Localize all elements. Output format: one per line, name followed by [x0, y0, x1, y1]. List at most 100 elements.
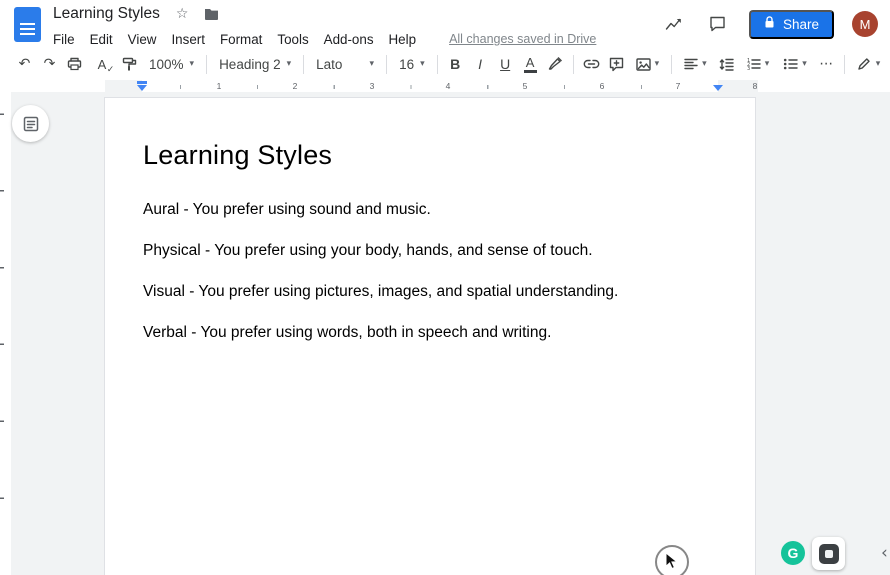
toolbar-separator [437, 55, 438, 74]
lock-icon [764, 16, 775, 32]
menu-view[interactable]: View [128, 32, 157, 47]
document-page[interactable]: Learning Styles Aural - You prefer using… [104, 97, 756, 575]
toolbar-separator [573, 55, 574, 74]
first-line-indent-marker[interactable] [137, 81, 147, 84]
insert-link-button[interactable] [579, 52, 604, 76]
ruler-number: 7 [676, 81, 681, 91]
ruler-number: 8 [753, 81, 758, 91]
docs-logo-icon[interactable] [14, 7, 41, 42]
toolbar: ↶ ↷ A✓ 100% ▾ Heading 2 ▾ Lato ▾ 16 [0, 48, 890, 80]
more-options-button[interactable]: ⋯ [814, 52, 839, 76]
bulleted-list-icon [783, 58, 798, 70]
menu-file[interactable]: File [53, 32, 75, 47]
font-size-dropdown[interactable]: 16 ▾ [392, 52, 432, 76]
menu-help[interactable]: Help [389, 32, 417, 47]
styles-dropdown[interactable]: Heading 2 ▾ [212, 52, 298, 76]
numbered-list-dropdown[interactable]: 123 ▾ [739, 52, 777, 76]
docs-logo-lines [20, 23, 35, 36]
ruler-number: 4 [446, 81, 451, 91]
side-panel-chevron-icon[interactable]: ‹ [881, 543, 888, 563]
horizontal-ruler[interactable]: 1 2 3 4 5 6 7 8 [0, 80, 890, 92]
document-title[interactable]: Learning Styles [53, 5, 160, 23]
spellcheck-icon: A✓ [98, 57, 107, 72]
chevron-down-icon: ▾ [876, 59, 881, 69]
menu-bar: File Edit View Insert Format Tools Add-o… [53, 29, 596, 49]
page-content: Learning Styles Aural - You prefer using… [105, 98, 755, 343]
menu-insert[interactable]: Insert [171, 32, 205, 47]
redo-button[interactable]: ↷ [37, 52, 62, 76]
numbered-list-icon: 123 [746, 58, 761, 70]
insert-image-dropdown[interactable]: ▾ [629, 52, 667, 76]
grammarly-icon[interactable]: G [781, 541, 805, 565]
ruler-number: 3 [370, 81, 375, 91]
editing-mode-dropdown[interactable]: ▾ [850, 52, 888, 76]
toolbar-separator [303, 55, 304, 74]
chevron-down-icon: ▾ [702, 59, 707, 69]
right-indent-marker[interactable] [713, 85, 723, 91]
align-left-icon [684, 58, 698, 70]
undo-button[interactable]: ↶ [12, 52, 37, 76]
share-button[interactable]: Share [749, 10, 834, 39]
account-avatar[interactable]: M [852, 11, 878, 37]
vertical-ruler [0, 92, 11, 575]
title-area: Learning Styles ☆ File Edit View Insert … [53, 3, 596, 49]
doc-paragraph[interactable]: Visual - You prefer using pictures, imag… [143, 281, 718, 302]
menu-tools[interactable]: Tools [277, 32, 308, 47]
font-value: Lato [316, 57, 342, 72]
line-spacing-button[interactable] [714, 52, 739, 76]
ruler-number: 1 [217, 81, 222, 91]
bold-button[interactable]: B [443, 52, 468, 76]
zoom-dropdown[interactable]: 100% ▾ [142, 52, 201, 76]
chevron-down-icon: ▾ [802, 59, 807, 69]
activity-icon[interactable] [661, 11, 687, 37]
comment-history-icon[interactable] [705, 11, 731, 37]
underline-button[interactable]: U [493, 52, 518, 76]
ruler-number: 2 [293, 81, 298, 91]
svg-text:3: 3 [747, 66, 750, 70]
text-color-icon: A [524, 56, 537, 73]
chevron-down-icon: ▾ [370, 59, 375, 69]
doc-paragraph[interactable]: Verbal - You prefer using words, both in… [143, 322, 718, 343]
chevron-down-icon: ▾ [287, 59, 292, 69]
star-icon[interactable]: ☆ [176, 7, 189, 21]
text-color-button[interactable]: A [518, 52, 543, 76]
mouse-cursor [665, 552, 679, 575]
chevron-down-icon: ▾ [420, 59, 425, 69]
font-dropdown[interactable]: Lato ▾ [309, 52, 381, 76]
left-indent-marker[interactable] [137, 81, 147, 91]
insert-image-icon [636, 58, 651, 71]
style-value: Heading 2 [219, 57, 281, 72]
pencil-icon [857, 57, 871, 71]
toolbar-separator [206, 55, 207, 74]
top-bar: Learning Styles ☆ File Edit View Insert … [0, 0, 890, 48]
extension-icon [819, 544, 839, 564]
ruler-number: 5 [523, 81, 528, 91]
ruler-number: 6 [600, 81, 605, 91]
chevron-down-icon: ▾ [765, 59, 770, 69]
spellcheck-button[interactable]: A✓ [87, 52, 117, 76]
font-size-value: 16 [399, 57, 414, 72]
extension-button[interactable] [812, 537, 845, 570]
bulleted-list-dropdown[interactable]: ▾ [776, 52, 814, 76]
doc-paragraph[interactable]: Aural - You prefer using sound and music… [143, 199, 718, 220]
show-outline-button[interactable] [12, 105, 49, 142]
menu-edit[interactable]: Edit [90, 32, 113, 47]
print-button[interactable] [62, 52, 87, 76]
zoom-value: 100% [149, 57, 184, 72]
vertical-ruler-ticks [0, 92, 4, 575]
doc-heading[interactable]: Learning Styles [143, 138, 718, 173]
paint-format-button[interactable] [117, 52, 142, 76]
menu-format[interactable]: Format [220, 32, 262, 47]
document-canvas: Learning Styles Aural - You prefer using… [0, 92, 890, 575]
align-dropdown[interactable]: ▾ [677, 52, 714, 76]
toolbar-separator [386, 55, 387, 74]
italic-button[interactable]: I [468, 52, 493, 76]
doc-paragraph[interactable]: Physical - You prefer using your body, h… [143, 240, 718, 261]
add-comment-button[interactable] [604, 52, 629, 76]
folder-icon[interactable] [204, 8, 219, 20]
menu-addons[interactable]: Add-ons [324, 32, 374, 47]
highlight-color-button[interactable] [543, 52, 568, 76]
chevron-down-icon: ▾ [655, 59, 660, 69]
saved-status-link[interactable]: All changes saved in Drive [449, 32, 596, 46]
toolbar-separator [844, 55, 845, 74]
